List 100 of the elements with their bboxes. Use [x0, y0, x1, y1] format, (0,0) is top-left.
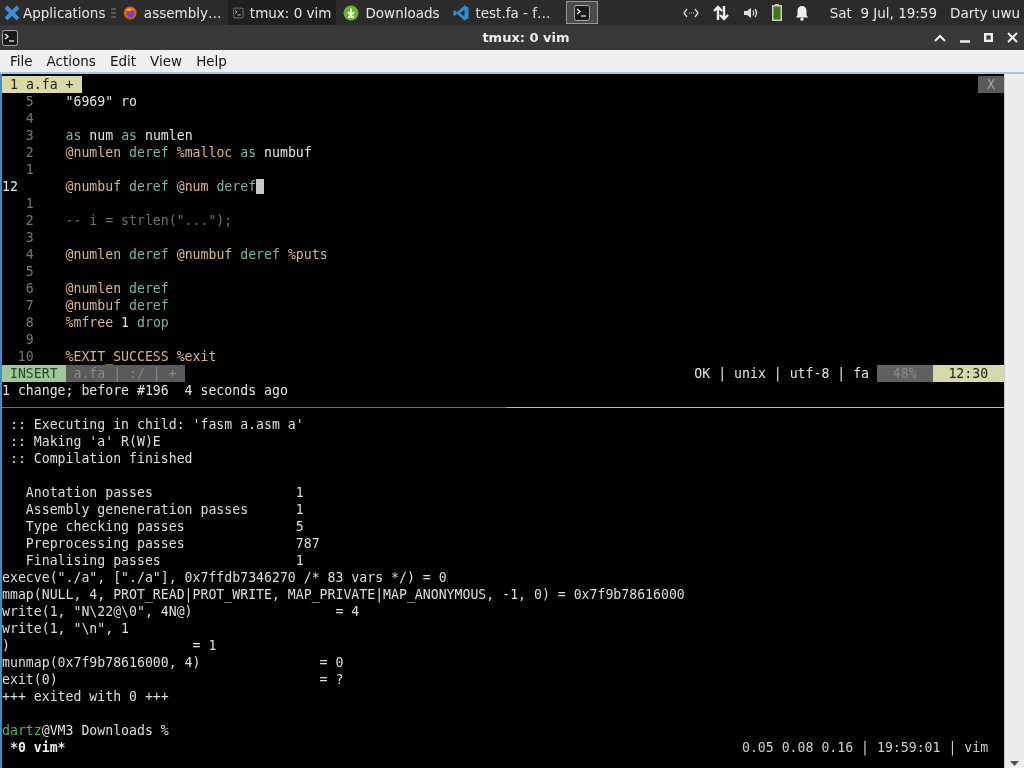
user-name[interactable]: Darty uwu — [950, 4, 1020, 21]
terminal-launcher-button[interactable] — [566, 1, 599, 24]
pass-label: Anotation passes — [24, 484, 154, 501]
x-mark-icon — [4, 4, 20, 21]
code-token: numbuf — [264, 145, 312, 160]
volume-icon[interactable] — [742, 5, 759, 20]
pass-count: 1 — [295, 552, 304, 569]
trace-line: munmap(0x7f9b78616000, 4) = 0 — [2, 654, 344, 671]
code-editor-icon — [453, 4, 470, 21]
line-number: 5 — [24, 263, 35, 280]
menu-item[interactable]: View — [143, 53, 190, 69]
pass-label: Assembly geneneration passes — [24, 501, 250, 518]
code-token: numlen — [144, 128, 193, 143]
maximize-icon[interactable] — [984, 33, 993, 42]
taskbar-button[interactable]: test.fa - f… — [448, 0, 557, 25]
taskbar-button[interactable]: assembly… — [118, 0, 227, 25]
terminal-icon — [233, 4, 244, 21]
tmux-window-tab[interactable]: *0 vim* — [2, 739, 66, 756]
log-line: :: Compilation finished — [8, 450, 193, 467]
message-line: 1 change; before #196 4 seconds ago — [2, 382, 288, 399]
code-token: as — [121, 128, 137, 143]
mode-indicator: INSERT — [2, 365, 66, 382]
trace-line: exit(0) = ? — [2, 671, 344, 688]
prompt-user: dartz — [2, 722, 42, 739]
pass-count: 1 — [295, 501, 304, 518]
line-number: 1 — [24, 161, 35, 178]
trace-line: mmap(NULL, 4, PROT_READ|PROT_WRITE, MAP_PRIVATE|MAP_ANONYMOUS, -1, 0) = 0x7f9b78616000 — [2, 586, 685, 603]
menu-item[interactable]: Help — [189, 53, 234, 69]
code-token: deref — [240, 247, 280, 262]
code-token: deref — [216, 179, 257, 194]
battery-icon[interactable] — [771, 4, 782, 21]
code-token: deref — [129, 281, 169, 296]
trace-line: write(1, "N\22@\0", 4N@) = 4 — [2, 603, 360, 620]
text-cursor — [256, 179, 265, 194]
pass-count: 787 — [295, 535, 320, 552]
file-format-info: OK | unix | utf-8 | fa — [694, 365, 871, 382]
pass-count: 5 — [295, 518, 304, 535]
code-token: num — [89, 128, 114, 143]
code-token: @numbuf — [65, 179, 122, 194]
trace-line: ) = 1 — [2, 637, 217, 654]
pass-label: Finalising passes — [24, 552, 162, 569]
line-number: 2 — [24, 144, 35, 161]
chevron-up-icon[interactable] — [934, 33, 946, 42]
code-token: 1 — [121, 315, 130, 330]
bell-icon[interactable] — [794, 4, 809, 21]
code-token: as — [65, 128, 82, 143]
code-token: %puts — [287, 247, 328, 262]
code-token: %mfree — [65, 315, 114, 330]
code-token: @numlen — [65, 145, 122, 160]
menu-item[interactable]: Edit — [102, 53, 144, 69]
window-title: tmux: 0 vim — [481, 30, 571, 45]
line-number: 9 — [24, 331, 35, 348]
terminal-icon — [574, 4, 591, 21]
line-number: 8 — [24, 314, 35, 331]
code-token: @numlen — [65, 281, 122, 296]
code-token: %exit — [176, 349, 217, 364]
taskbar-button[interactable]: tmux: 0 vim — [228, 0, 337, 25]
line-number: 12 — [2, 178, 19, 195]
code-token: %EXIT_SUCCESS — [65, 349, 169, 364]
code-comment: -- i = strlen("..."); — [65, 213, 233, 228]
log-line: :: Executing in child: 'fasm a.asm a' — [8, 416, 304, 433]
network-icon[interactable] — [682, 6, 699, 19]
menu-item[interactable]: File — [3, 53, 40, 69]
trace-line: write(1, "\n", 1 — [2, 620, 130, 637]
line-number: 3 — [24, 127, 35, 144]
line-number: 5 — [24, 93, 35, 110]
line-number: 4 — [24, 246, 35, 263]
cursor-position: 12:30 — [932, 365, 1004, 382]
code-token: "6969" — [65, 94, 114, 109]
download-icon — [343, 4, 360, 21]
grip-icon — [111, 6, 117, 19]
clock-text[interactable]: Sat 9 Jul, 19:59 — [829, 4, 938, 21]
applications-menu-button[interactable]: Applications — [0, 0, 110, 25]
buffer-tab[interactable]: 1 a.fa + — [2, 76, 82, 93]
line-number: 3 — [24, 229, 35, 246]
code-token: @numbuf — [176, 247, 233, 262]
tmux-status-text: 0.05 0.08 0.16 | 19:59:01 | vim — [742, 739, 990, 756]
code-token: ro — [121, 94, 137, 109]
line-number: 7 — [24, 297, 35, 314]
window-terminal-icon — [2, 29, 18, 46]
code-token: @num — [176, 179, 209, 194]
code-token: @numlen — [65, 247, 122, 262]
transfer-arrows-icon[interactable] — [711, 4, 730, 21]
code-token: %malloc — [176, 145, 233, 160]
pass-label: Preprocessing passes — [24, 535, 186, 552]
line-number: 1 — [24, 195, 35, 212]
close-icon[interactable] — [1007, 32, 1018, 43]
code-token: drop — [137, 315, 169, 330]
down-arrow-icon[interactable] — [1010, 761, 1019, 766]
code-token: deref — [129, 179, 169, 194]
code-token: @numbuf — [65, 298, 122, 313]
menu-item[interactable]: Actions — [39, 53, 103, 69]
taskbar-button[interactable]: Downloads — [338, 0, 447, 25]
scrollbar[interactable] — [1004, 74, 1024, 768]
code-token: deref — [129, 298, 169, 313]
line-number: 10 — [16, 348, 35, 365]
line-number: 2 — [24, 212, 35, 229]
trace-line: +++ exited with 0 +++ — [2, 688, 169, 705]
log-line: :: Making 'a' R(W)E — [8, 433, 161, 450]
prompt-text: @VM3 Downloads % — [41, 722, 169, 739]
